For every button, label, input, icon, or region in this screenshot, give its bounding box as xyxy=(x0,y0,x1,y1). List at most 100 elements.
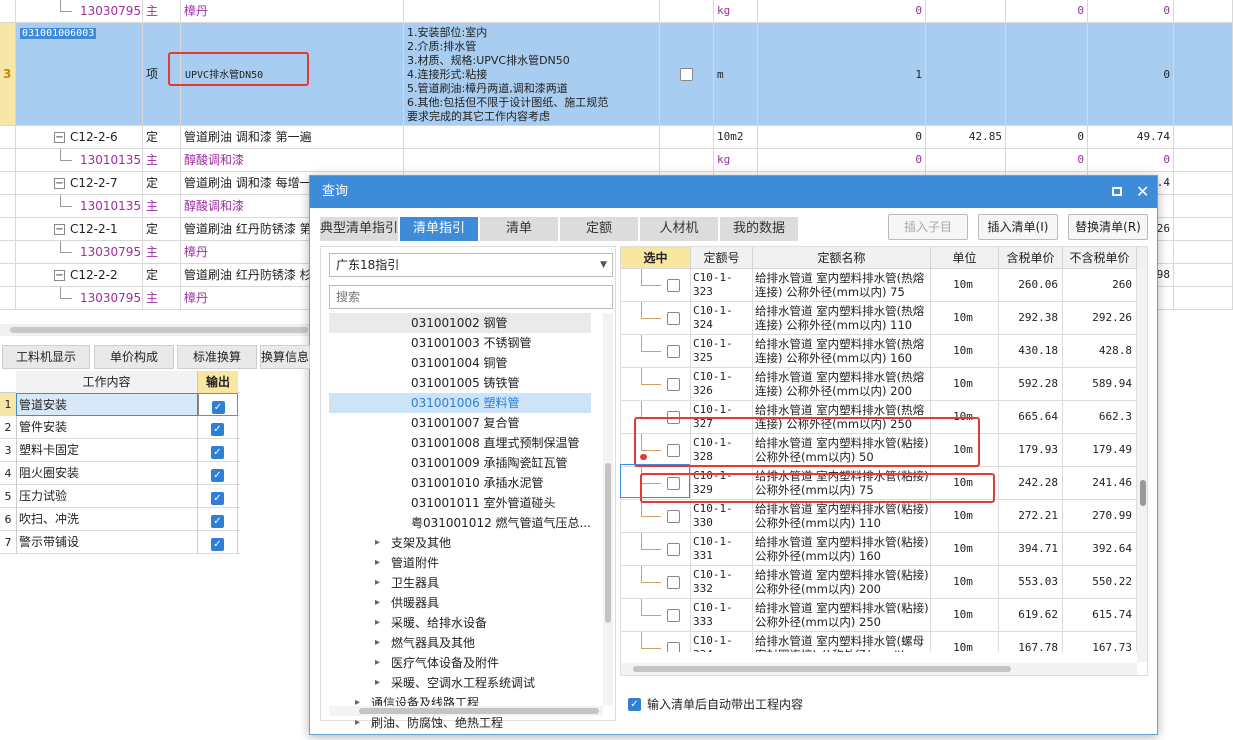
output-checkbox[interactable]: ✓ xyxy=(211,492,224,505)
tree-item[interactable]: ▸ 医疗气体设备及附件 xyxy=(329,653,591,673)
output-checkbox[interactable]: ✓ xyxy=(211,538,224,551)
tree-item[interactable]: ▸ 管道附件 xyxy=(329,553,591,573)
expand-arrow-icon[interactable]: ▸ xyxy=(355,713,360,733)
result-checkbox[interactable] xyxy=(667,642,680,652)
output-cell[interactable]: ✓ xyxy=(198,462,238,485)
result-row[interactable]: C10-1-323 给排水管道 室内塑料排水管(热熔连接) 公称外径(mm以内) … xyxy=(621,269,1147,302)
replace-list-button[interactable]: 替换清单(R) xyxy=(1068,214,1148,240)
output-cell[interactable]: ✓ xyxy=(198,531,238,554)
maximize-icon[interactable] xyxy=(1112,187,1122,196)
expand-arrow-icon[interactable]: ▸ xyxy=(375,573,380,593)
scrollbar-thumb[interactable] xyxy=(605,463,611,623)
dialog-tab[interactable]: 清单指引 xyxy=(400,217,478,241)
result-checkbox[interactable] xyxy=(667,576,680,589)
bottom-tab[interactable]: 标准换算 xyxy=(177,345,257,369)
dialog-tab[interactable]: 我的数据 xyxy=(720,217,798,241)
output-cell[interactable]: ✓ xyxy=(198,485,238,508)
tree-item[interactable]: 031001009 承插陶瓷缸瓦管 xyxy=(329,453,591,473)
tree-item[interactable]: 031001005 铸铁管 xyxy=(329,373,591,393)
result-row[interactable]: C10-1-326 给排水管道 室内塑料排水管(热熔连接) 公称外径(mm以内) … xyxy=(621,368,1147,401)
output-checkbox[interactable]: ✓ xyxy=(211,423,224,436)
dialog-tab[interactable]: 典型清单指引 xyxy=(320,217,398,241)
auto-content-option[interactable]: ✓ 输入清单后自动带出工程内容 xyxy=(628,694,803,714)
expand-arrow-icon[interactable]: ▸ xyxy=(375,553,380,573)
work-content-row[interactable]: 2 管件安装 ✓ xyxy=(0,416,240,439)
collapse-toggle-icon[interactable]: − xyxy=(54,270,65,281)
scrollbar-thumb[interactable] xyxy=(1140,480,1146,506)
result-row[interactable]: C10-1-333 给排水管道 室内塑料排水管(粘接) 公称外径(mm以内) 25… xyxy=(621,599,1147,632)
tree-item[interactable]: 031001006 塑料管 xyxy=(329,393,591,413)
expand-arrow-icon[interactable]: ▸ xyxy=(375,673,380,693)
chevron-down-icon[interactable]: ▼ xyxy=(600,254,607,276)
result-checkbox[interactable] xyxy=(667,609,680,622)
expand-arrow-icon[interactable]: ▸ xyxy=(375,533,380,553)
expand-arrow-icon[interactable]: ▸ xyxy=(375,633,380,653)
work-content-row[interactable]: 4 阻火圈安装 ✓ xyxy=(0,462,240,485)
output-checkbox[interactable]: ✓ xyxy=(211,515,224,528)
result-row[interactable]: C10-1-330 给排水管道 室内塑料排水管(粘接) 公称外径(mm以内) 11… xyxy=(621,500,1147,533)
dialog-titlebar[interactable]: 查询 ✕ xyxy=(310,176,1157,208)
bottom-tab[interactable]: 换算信息 xyxy=(260,345,310,369)
expand-arrow-icon[interactable]: ▸ xyxy=(375,593,380,613)
work-content-row[interactable]: 5 压力试验 ✓ xyxy=(0,485,240,508)
insert-child-button[interactable]: 插入子目 xyxy=(888,214,968,240)
tree-horizontal-scrollbar[interactable] xyxy=(329,706,603,716)
tree-item[interactable]: 031001002 钢管 xyxy=(329,313,591,333)
expand-arrow-icon[interactable]: ▸ xyxy=(375,653,380,673)
scrollbar-thumb[interactable] xyxy=(10,327,308,333)
result-checkbox[interactable] xyxy=(667,279,680,292)
result-checkbox[interactable] xyxy=(667,345,680,358)
bottom-tab[interactable]: 工料机显示 xyxy=(2,345,90,369)
select-cell[interactable] xyxy=(621,335,691,367)
select-cell[interactable] xyxy=(621,599,691,631)
select-cell[interactable] xyxy=(621,632,691,652)
work-content-row[interactable]: 7 警示带铺设 ✓ xyxy=(0,531,240,554)
output-checkbox[interactable]: ✓ xyxy=(211,401,225,414)
close-icon[interactable]: ✕ xyxy=(1136,176,1149,208)
result-row[interactable]: C10-1-332 给排水管道 室内塑料排水管(粘接) 公称外径(mm以内) 20… xyxy=(621,566,1147,599)
select-cell[interactable] xyxy=(621,302,691,334)
select-cell[interactable] xyxy=(621,533,691,565)
tree-item[interactable]: 031001008 直埋式预制保温管 xyxy=(329,433,591,453)
result-checkbox[interactable] xyxy=(667,543,680,556)
result-horizontal-scrollbar[interactable] xyxy=(621,663,1137,675)
tree-item[interactable]: ▸ 采暖、空调水工程系统调试 xyxy=(329,673,591,693)
bottom-tab[interactable]: 单价构成 xyxy=(94,345,174,369)
dialog-tab[interactable]: 清单 xyxy=(480,217,558,241)
work-content-row[interactable]: 1 管道安装 ✓ xyxy=(0,393,240,416)
result-checkbox[interactable] xyxy=(667,510,680,523)
expand-arrow-icon[interactable]: ▸ xyxy=(375,613,380,633)
result-row[interactable]: C10-1-325 给排水管道 室内塑料排水管(热熔连接) 公称外径(mm以内) … xyxy=(621,335,1147,368)
collapse-toggle-icon[interactable]: − xyxy=(54,178,65,189)
main-horizontal-scrollbar[interactable] xyxy=(0,324,310,336)
tree-vertical-scrollbar[interactable] xyxy=(603,313,613,705)
output-cell[interactable]: ✓ xyxy=(198,393,238,416)
list-row[interactable]: 13030795@1 主 樟丹 kg 0 0 0 xyxy=(0,0,1233,23)
tree-item[interactable]: ▸ 卫生器具 xyxy=(329,573,591,593)
scrollbar-thumb[interactable] xyxy=(633,666,1011,672)
dialog-tab[interactable]: 定额 xyxy=(560,217,638,241)
tree-item[interactable]: ▸ 供暖器具 xyxy=(329,593,591,613)
scrollbar-thumb[interactable] xyxy=(359,708,599,714)
dialog-tab[interactable]: 人材机 xyxy=(640,217,718,241)
list-row[interactable]: − C12-2-6 定管道刷油 调和漆 第一遍 10m2 0 42.85 0 49.74 xyxy=(0,126,1233,149)
result-row[interactable]: C10-1-324 给排水管道 室内塑料排水管(热熔连接) 公称外径(mm以内) … xyxy=(621,302,1147,335)
guide-dropdown[interactable]: 广东18指引 ▼ xyxy=(329,253,613,277)
tree-item[interactable]: 031001007 复合管 xyxy=(329,413,591,433)
select-cell[interactable] xyxy=(621,566,691,598)
tree-item[interactable]: 031001010 承插水泥管 xyxy=(329,473,591,493)
collapse-toggle-icon[interactable]: − xyxy=(54,132,65,143)
auto-content-checkbox[interactable]: ✓ xyxy=(628,698,641,711)
select-cell[interactable] xyxy=(621,269,691,301)
tree-item[interactable]: 031001011 室外管道碰头 xyxy=(329,493,591,513)
tree-item[interactable]: ▸ 采暖、给排水设备 xyxy=(329,613,591,633)
tree-item[interactable]: ▸ 刷油、防腐蚀、绝热工程 xyxy=(329,713,591,733)
result-vertical-scrollbar[interactable] xyxy=(1137,247,1147,662)
work-content-row[interactable]: 6 吹扫、冲洗 ✓ xyxy=(0,508,240,531)
output-cell[interactable]: ✓ xyxy=(198,416,238,439)
result-checkbox[interactable] xyxy=(667,378,680,391)
select-cell[interactable] xyxy=(621,368,691,400)
output-cell[interactable]: ✓ xyxy=(198,439,238,462)
row-checkbox[interactable] xyxy=(680,68,693,81)
output-checkbox[interactable]: ✓ xyxy=(211,469,224,482)
